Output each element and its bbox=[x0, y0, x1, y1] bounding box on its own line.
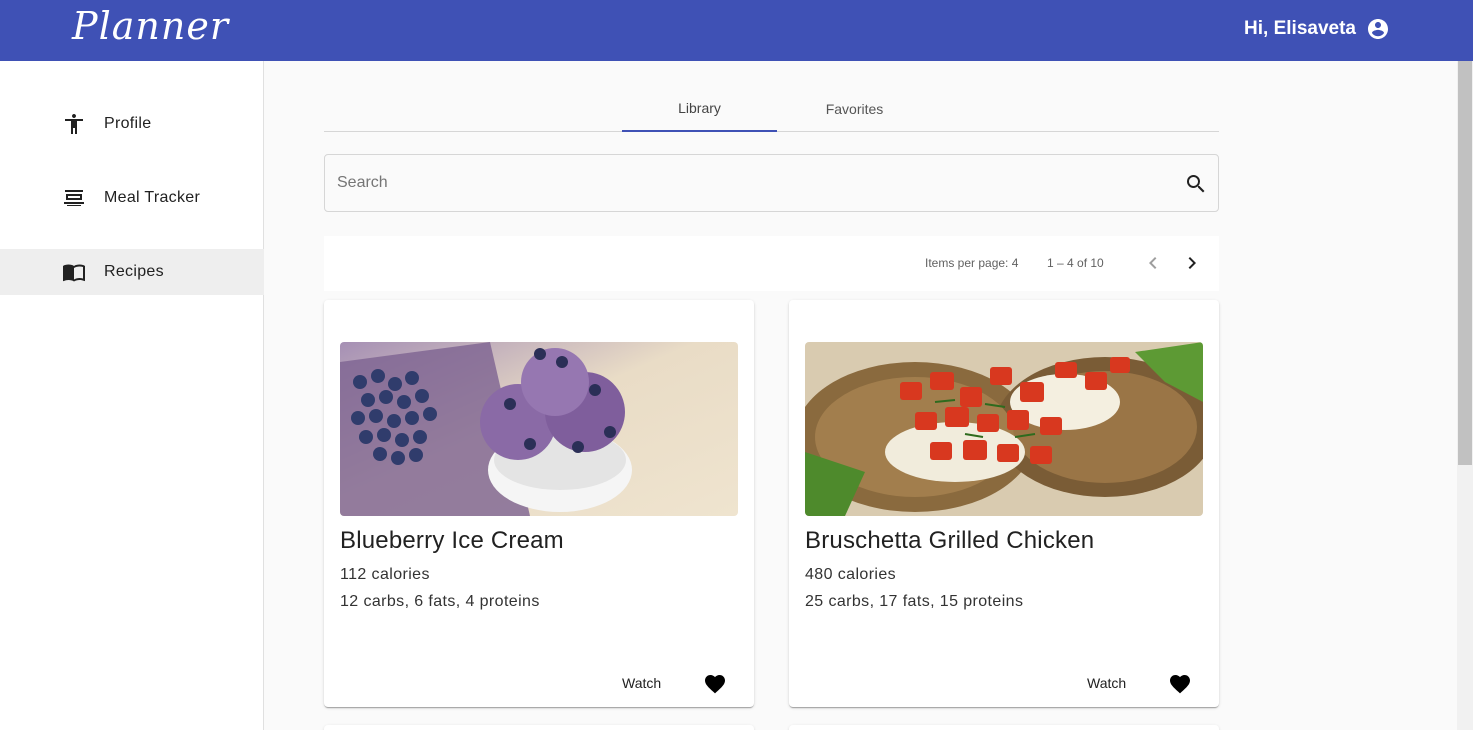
recipe-calories: 112 calories bbox=[340, 566, 430, 583]
tab-library[interactable]: Library bbox=[622, 85, 777, 132]
sidebar-item-label: Meal Tracker bbox=[104, 189, 201, 206]
recipe-image bbox=[805, 342, 1203, 516]
sidebar-item-meal-tracker[interactable]: Meal Tracker bbox=[0, 175, 264, 221]
search-icon[interactable] bbox=[1184, 172, 1208, 196]
menu-book-icon bbox=[63, 264, 85, 282]
page-scrollbar[interactable] bbox=[1457, 61, 1473, 730]
accessibility-icon bbox=[65, 114, 83, 134]
user-greeting: Hi, Elisaveta bbox=[1244, 18, 1356, 39]
recipe-title: Blueberry Ice Cream bbox=[340, 527, 564, 554]
recipe-title: Bruschetta Grilled Chicken bbox=[805, 527, 1095, 554]
scrollbar-thumb[interactable] bbox=[1458, 61, 1472, 465]
recipe-image bbox=[340, 342, 738, 516]
recipe-card bbox=[324, 725, 754, 730]
paginator: Items per page: 4 1 – 4 of 10 bbox=[324, 236, 1219, 291]
recipe-calories: 480 calories bbox=[805, 566, 897, 583]
blueberry-ice-cream-photo bbox=[340, 342, 738, 516]
search-input[interactable] bbox=[337, 155, 1177, 211]
recipe-macros: 25 carbs, 17 fats, 15 proteins bbox=[805, 593, 1024, 610]
recipe-macros: 12 carbs, 6 fats, 4 proteins bbox=[340, 593, 540, 610]
recipe-card bbox=[789, 725, 1219, 730]
page-range-label: 1 – 4 of 10 bbox=[1047, 256, 1104, 270]
recipe-tabs: Library Favorites bbox=[324, 85, 1219, 132]
meal-tray-icon bbox=[64, 190, 84, 206]
recipe-card: Bruschetta Grilled Chicken 480 calories … bbox=[789, 300, 1219, 707]
search-box bbox=[324, 154, 1219, 212]
tab-favorites[interactable]: Favorites bbox=[777, 85, 932, 132]
main-content: Library Favorites Items per page: 4 1 – … bbox=[265, 61, 1457, 730]
heart-icon[interactable] bbox=[703, 672, 727, 696]
chevron-left-icon[interactable] bbox=[1141, 251, 1165, 275]
app-logo[interactable]: Planner bbox=[72, 4, 229, 48]
chevron-right-icon[interactable] bbox=[1180, 251, 1204, 275]
sidebar-item-label: Profile bbox=[104, 115, 152, 132]
heart-icon[interactable] bbox=[1168, 672, 1192, 696]
app-header: Planner Hi, Elisaveta bbox=[0, 0, 1473, 61]
sidebar-item-profile[interactable]: Profile bbox=[0, 101, 264, 147]
recipe-card: Blueberry Ice Cream 112 calories 12 carb… bbox=[324, 300, 754, 707]
watch-button[interactable]: Watch bbox=[622, 672, 661, 694]
items-per-page-select[interactable]: Items per page: 4 bbox=[925, 256, 1018, 270]
account-circle-icon[interactable] bbox=[1366, 17, 1390, 41]
bruschetta-chicken-photo bbox=[805, 342, 1203, 516]
sidebar-nav: Profile Meal Tracker Recipes bbox=[0, 61, 264, 730]
sidebar-item-recipes[interactable]: Recipes bbox=[0, 249, 264, 295]
sidebar-item-label: Recipes bbox=[104, 263, 164, 280]
watch-button[interactable]: Watch bbox=[1087, 672, 1126, 694]
user-menu[interactable]: Hi, Elisaveta bbox=[1244, 17, 1390, 41]
